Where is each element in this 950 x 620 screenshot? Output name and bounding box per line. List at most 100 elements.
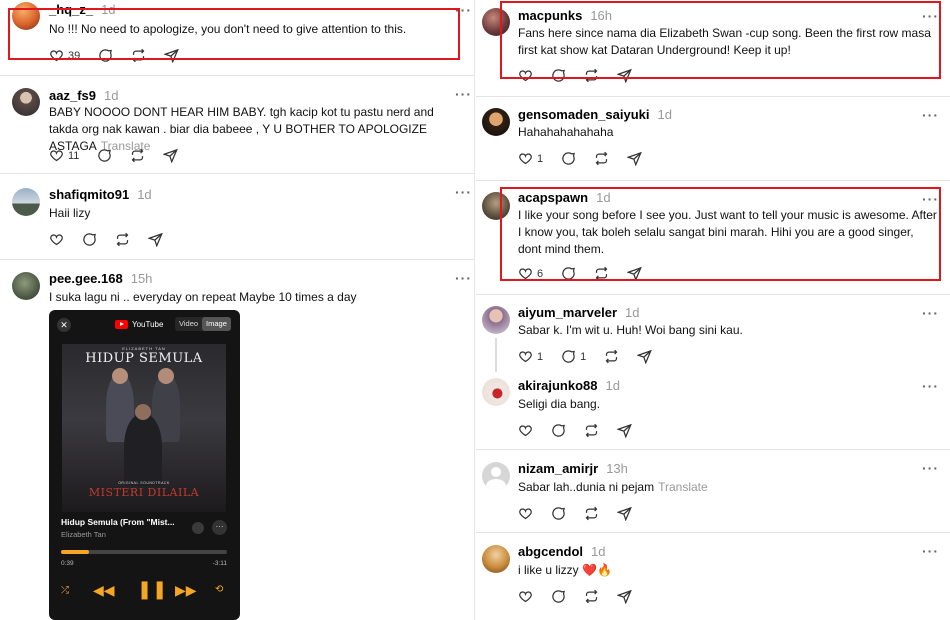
progress-bar[interactable] bbox=[61, 550, 227, 554]
tab-video[interactable]: Video bbox=[175, 317, 202, 331]
like-button[interactable]: 1 bbox=[518, 349, 543, 364]
like-button[interactable]: 1 bbox=[518, 151, 543, 166]
reply-button[interactable] bbox=[82, 232, 97, 247]
avatar[interactable] bbox=[482, 192, 510, 220]
heart-icon bbox=[519, 591, 532, 603]
share-button[interactable] bbox=[617, 589, 632, 604]
like-button[interactable] bbox=[518, 68, 533, 83]
repost-button[interactable] bbox=[604, 349, 619, 364]
more-options-button[interactable]: ··· bbox=[922, 191, 939, 207]
shuffle-icon[interactable]: ⤮ bbox=[61, 585, 69, 596]
post-text-body: No !!! No need to apologize, you don't n… bbox=[49, 22, 407, 36]
close-icon[interactable]: ✕ bbox=[57, 318, 71, 332]
repost-button[interactable] bbox=[594, 151, 609, 166]
repeat-icon[interactable]: ⟲ bbox=[215, 584, 223, 595]
reply-button[interactable] bbox=[97, 148, 112, 163]
more-options-button[interactable]: ··· bbox=[922, 8, 939, 24]
share-button[interactable] bbox=[637, 349, 653, 364]
share-button[interactable] bbox=[163, 148, 179, 163]
share-button[interactable] bbox=[627, 266, 642, 281]
avatar[interactable] bbox=[482, 108, 510, 136]
card-topbar: ✕ YouTube Video Image bbox=[49, 316, 240, 334]
username[interactable]: nizam_amirjr bbox=[518, 461, 598, 476]
username[interactable]: abgcendol bbox=[518, 544, 583, 559]
repost-button[interactable] bbox=[115, 232, 130, 247]
like-button[interactable] bbox=[518, 589, 533, 604]
more-icon[interactable]: ··· bbox=[212, 520, 227, 535]
art-ost-label: ORIGINAL SOUNDTRACK bbox=[118, 481, 170, 485]
avatar[interactable] bbox=[482, 8, 510, 36]
username[interactable]: akirajunko88 bbox=[518, 378, 598, 393]
username[interactable]: shafiqmito91 bbox=[49, 187, 129, 202]
avatar[interactable] bbox=[12, 188, 40, 216]
avatar[interactable] bbox=[482, 378, 510, 406]
post-header: aaz_fs9 1d bbox=[49, 88, 118, 103]
more-options-button[interactable]: ··· bbox=[922, 305, 939, 321]
reply-button[interactable] bbox=[551, 589, 566, 604]
star-icon[interactable] bbox=[192, 522, 204, 534]
like-button[interactable]: 11 bbox=[49, 148, 79, 163]
share-button[interactable] bbox=[617, 68, 632, 83]
avatar[interactable] bbox=[482, 462, 510, 490]
avatar[interactable] bbox=[482, 306, 510, 334]
more-options-button[interactable]: ··· bbox=[922, 378, 939, 394]
reply-button[interactable] bbox=[551, 68, 566, 83]
next-icon[interactable]: ▶▶ bbox=[175, 582, 197, 599]
like-button[interactable]: 39 bbox=[49, 48, 80, 63]
repost-button[interactable] bbox=[594, 266, 609, 281]
more-options-button[interactable]: ··· bbox=[455, 2, 472, 18]
share-button[interactable] bbox=[617, 423, 632, 438]
heart-icon bbox=[519, 425, 532, 437]
reply-button[interactable] bbox=[551, 423, 566, 438]
username[interactable]: pee.gee.168 bbox=[49, 271, 123, 286]
avatar[interactable] bbox=[12, 272, 40, 300]
reply-button[interactable]: 1 bbox=[561, 349, 586, 364]
reply-button[interactable] bbox=[551, 506, 566, 521]
send-icon bbox=[617, 506, 632, 521]
share-button[interactable] bbox=[627, 151, 642, 166]
post-text-body: Haii lizy bbox=[49, 206, 91, 220]
translate-link[interactable]: Translate bbox=[658, 480, 708, 494]
post: macpunks 16h Fans here since nama dia Eli… bbox=[476, 0, 950, 97]
more-options-button[interactable]: ··· bbox=[922, 543, 939, 559]
more-options-button[interactable]: ··· bbox=[455, 86, 472, 102]
share-button[interactable] bbox=[164, 48, 180, 63]
send-icon bbox=[617, 68, 632, 83]
repost-button[interactable] bbox=[584, 423, 599, 438]
more-options-button[interactable]: ··· bbox=[922, 460, 939, 476]
tab-image[interactable]: Image bbox=[202, 317, 231, 331]
repost-button[interactable] bbox=[584, 68, 599, 83]
username[interactable]: acapspawn bbox=[518, 190, 588, 205]
like-button[interactable]: 6 bbox=[518, 266, 543, 281]
share-button[interactable] bbox=[617, 506, 632, 521]
reply-button[interactable] bbox=[561, 266, 576, 281]
like-button[interactable] bbox=[518, 506, 533, 521]
post-header: nizam_amirjr 13h bbox=[518, 461, 628, 476]
repost-button[interactable] bbox=[131, 48, 146, 63]
music-share-card[interactable]: ✕ YouTube Video Image ELIZABETH TAN HIDU… bbox=[49, 310, 240, 620]
repost-icon bbox=[585, 68, 598, 83]
reply-count: 1 bbox=[580, 350, 587, 363]
action-bar: 39 bbox=[49, 48, 197, 63]
pause-icon[interactable]: ❚❚ bbox=[137, 579, 167, 600]
username[interactable]: aaz_fs9 bbox=[49, 88, 96, 103]
avatar[interactable] bbox=[12, 88, 40, 116]
more-options-button[interactable]: ··· bbox=[455, 270, 472, 286]
reply-button[interactable] bbox=[98, 48, 113, 63]
username[interactable]: aiyum_marveler bbox=[518, 305, 617, 320]
repost-button[interactable] bbox=[584, 506, 599, 521]
username[interactable]: _hq_z_ bbox=[49, 2, 93, 17]
like-button[interactable] bbox=[49, 232, 64, 247]
more-options-button[interactable]: ··· bbox=[922, 107, 939, 123]
repost-button[interactable] bbox=[584, 589, 599, 604]
username[interactable]: macpunks bbox=[518, 8, 582, 23]
more-options-button[interactable]: ··· bbox=[455, 184, 472, 200]
like-button[interactable] bbox=[518, 423, 533, 438]
previous-icon[interactable]: ◀◀ bbox=[93, 582, 115, 599]
reply-button[interactable] bbox=[561, 151, 576, 166]
repost-button[interactable] bbox=[130, 148, 145, 163]
share-button[interactable] bbox=[148, 232, 163, 247]
avatar[interactable] bbox=[12, 2, 40, 30]
avatar[interactable] bbox=[482, 545, 510, 573]
username[interactable]: gensomaden_saiyuki bbox=[518, 107, 650, 122]
